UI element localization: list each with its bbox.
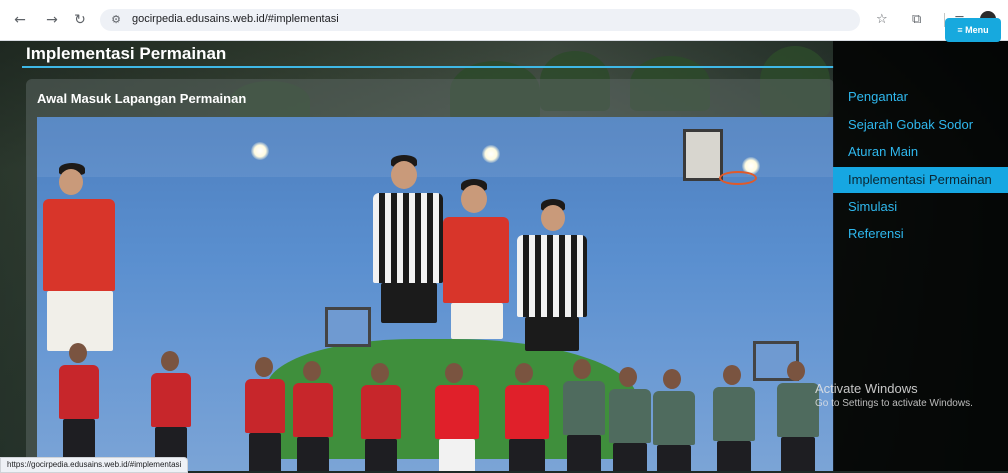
back-icon[interactable]: ← — [12, 12, 28, 28]
star-icon[interactable]: ☆ — [876, 12, 888, 28]
page-title: Implementasi Permainan — [26, 44, 227, 63]
stadium-lamp — [251, 142, 269, 160]
basketball-hoop — [719, 171, 757, 185]
reload-icon[interactable]: ↻ — [72, 12, 88, 28]
browser-toolbar: ← → ↻ ⚙ gocirpedia.edusains.web.id/#impl… — [0, 0, 1008, 41]
site-settings-icon[interactable]: ⚙ — [108, 12, 124, 28]
menu-toggle-button[interactable]: ≡ Menu — [945, 18, 1001, 42]
forward-icon[interactable]: → — [44, 12, 60, 28]
stadium-lamp — [482, 145, 500, 163]
basketball-board — [683, 129, 723, 181]
nav-item-aturan-main[interactable]: Aturan Main — [833, 139, 1008, 165]
nav-item-implementasi-permainan[interactable]: Implementasi Permainan — [833, 167, 1008, 193]
title-underline — [22, 66, 834, 68]
card-title: Awal Masuk Lapangan Permainan — [37, 91, 247, 106]
nav-item-simulasi[interactable]: Simulasi — [833, 194, 1008, 220]
extensions-icon[interactable]: ⧉ — [912, 12, 921, 28]
nav-item-sejarah-gobak-sodor[interactable]: Sejarah Gobak Sodor — [833, 112, 1008, 138]
address-bar[interactable]: ⚙ gocirpedia.edusains.web.id/#implementa… — [100, 9, 860, 31]
nav-item-referensi[interactable]: Referensi — [833, 221, 1008, 247]
activation-watermark-subtitle: Go to Settings to activate Windows. — [815, 398, 973, 409]
event-photo — [37, 117, 834, 471]
nav-item-pengantar[interactable]: Pengantar — [833, 84, 1008, 110]
activation-watermark-title: Activate Windows — [815, 381, 918, 396]
url-text[interactable]: gocirpedia.edusains.web.id/#implementasi — [132, 13, 339, 25]
wall-sign — [325, 307, 371, 347]
